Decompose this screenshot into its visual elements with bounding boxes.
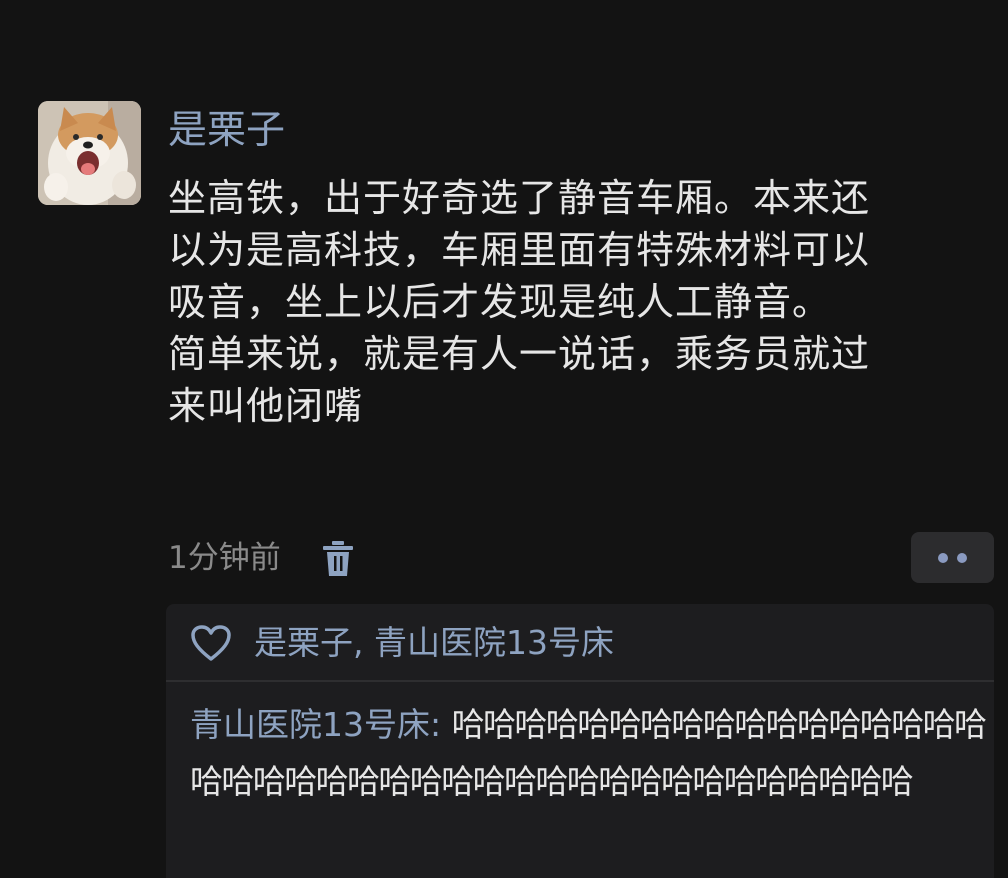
post-content-line: 简单来说，就是有人一说话，乘务员就过 [168,332,871,376]
post-content: 坐高铁，出于好奇选了静音车厢。本来还 以为是高科技，车厢里面有特殊材料可以 吸音… [168,172,998,432]
likes-row: 是栗子, 青山医院13号床 [166,604,994,680]
divider [166,680,994,682]
reply-separator: : [430,705,452,744]
reply-comment[interactable]: 青山医院13号床: 哈哈哈哈哈哈哈哈哈哈哈哈哈哈哈哈哈哈哈哈哈哈哈哈哈哈哈哈哈哈… [190,696,990,810]
avatar[interactable] [38,101,141,205]
reply-section: 是栗子, 青山医院13号床 青山医院13号床: 哈哈哈哈哈哈哈哈哈哈哈哈哈哈哈哈… [166,604,994,878]
reply-author-name[interactable]: 青山医院13号床 [190,705,430,744]
post-author-name[interactable]: 是栗子 [168,104,285,158]
delete-button[interactable] [320,540,356,578]
post-content-line: 吸音，坐上以后才发现是纯人工静音。 [168,280,832,324]
post-content-line: 坐高铁，出于好奇选了静音车厢。本来还 [168,176,871,220]
post-timestamp: 1分钟前 [168,540,281,576]
heart-icon [191,625,231,661]
post-content-line: 来叫他闭嘴 [168,384,364,428]
shiba-dog-avatar-icon [38,101,141,205]
trash-icon [323,541,353,576]
liked-by-names[interactable]: 是栗子, 青山医院13号床 [254,616,614,670]
post-content-line: 以为是高科技，车厢里面有特殊材料可以 [168,228,871,272]
more-options-button[interactable] [911,532,994,583]
like-button[interactable] [190,624,232,662]
